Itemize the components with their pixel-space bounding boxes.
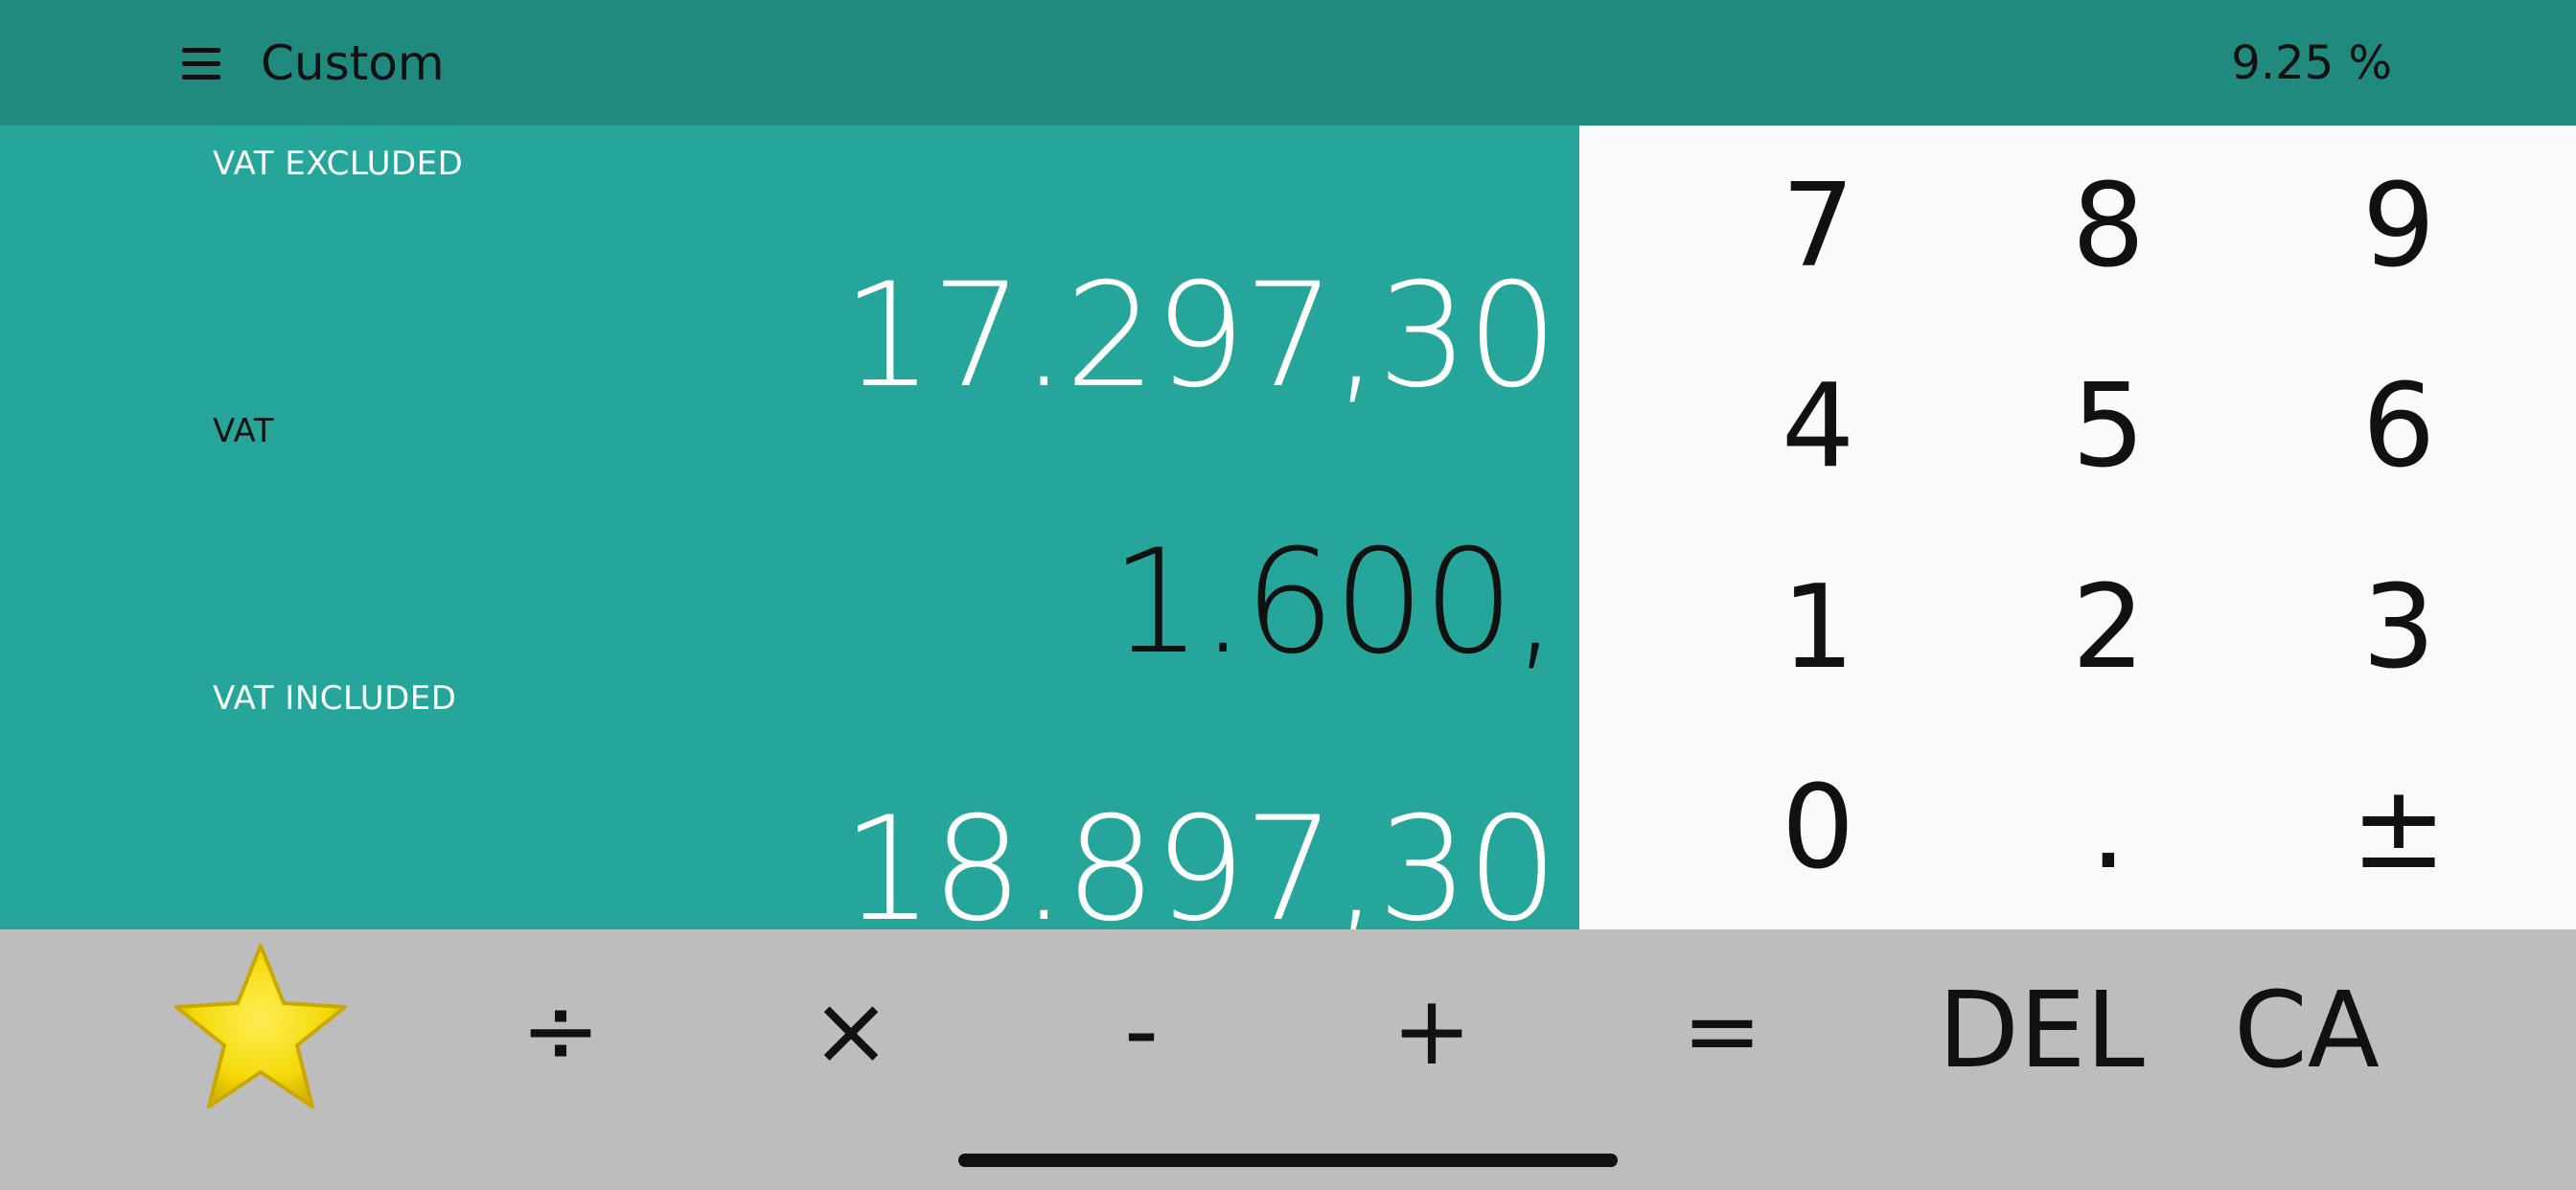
divide-button[interactable]: ÷ — [446, 929, 676, 1131]
vat-included-value[interactable]: 18.897,30 — [842, 793, 1558, 947]
key-6[interactable]: 6 — [2255, 331, 2542, 522]
multiply-button[interactable]: × — [736, 929, 966, 1131]
delete-button[interactable]: DEL — [1898, 929, 2185, 1131]
vat-excluded-label: VAT EXCLUDED — [213, 145, 464, 183]
key-7[interactable]: 7 — [1674, 130, 1962, 322]
plus-button[interactable]: + — [1317, 929, 1547, 1131]
key-5[interactable]: 5 — [1965, 331, 2252, 522]
number-keypad: 7 8 9 4 5 6 1 2 3 0 . ± — [1579, 126, 2576, 929]
clear-all-button[interactable]: CA — [2177, 929, 2436, 1131]
operator-toolbar: ÷ × - + = DEL CA — [126, 929, 2446, 1131]
home-indicator[interactable] — [958, 1154, 1618, 1167]
hamburger-menu-icon[interactable] — [182, 34, 228, 92]
key-decimal[interactable]: . — [1965, 732, 2252, 924]
results-panel: VAT EXCLUDED 17.297,30 VAT 1.600, VAT IN… — [0, 126, 1579, 947]
key-2[interactable]: 2 — [1965, 532, 2252, 723]
key-0[interactable]: 0 — [1674, 732, 1962, 924]
key-plus-minus[interactable]: ± — [2255, 732, 2542, 924]
key-4[interactable]: 4 — [1674, 331, 1962, 522]
star-icon — [174, 944, 347, 1109]
equals-button[interactable]: = — [1607, 929, 1837, 1131]
vat-rate-selector[interactable]: 9.25 % — [2231, 33, 2392, 94]
page-title: Custom — [261, 35, 445, 91]
vat-calculator-app: Custom 9.25 % VAT EXCLUDED 17.297,30 VAT… — [0, 0, 2576, 1190]
minus-button[interactable]: - — [1026, 929, 1256, 1131]
vat-label: VAT — [213, 412, 274, 450]
key-8[interactable]: 8 — [1965, 130, 2252, 322]
key-3[interactable]: 3 — [2255, 532, 2542, 723]
vat-value[interactable]: 1.600, — [1111, 526, 1558, 679]
header-bar: Custom 9.25 % — [0, 0, 2576, 126]
key-9[interactable]: 9 — [2255, 130, 2542, 322]
vat-excluded-value[interactable]: 17.297,30 — [842, 260, 1558, 413]
vat-included-label: VAT INCLUDED — [213, 679, 457, 718]
favorite-button[interactable] — [146, 929, 376, 1131]
key-1[interactable]: 1 — [1674, 532, 1962, 723]
